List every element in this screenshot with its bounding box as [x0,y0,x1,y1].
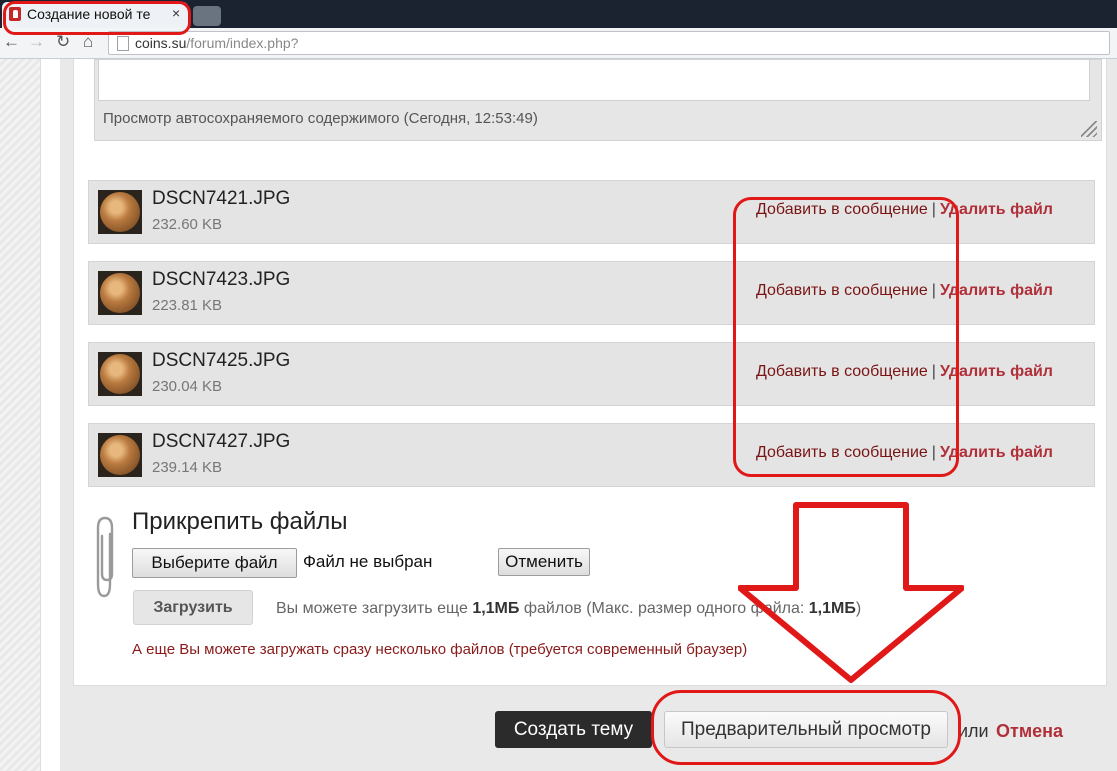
page-icon [117,36,129,51]
attachment-filename: DSCN7427.JPG [152,431,291,452]
no-file-chosen-text: Файл не выбран [303,552,433,571]
message-textarea[interactable] [98,60,1090,101]
upload-info-middle: файлов (Макс. размер одного файла: [523,600,805,617]
browser-tab[interactable]: Создание новой те × [2,2,188,28]
attachment-actions: Добавить в сообщение | Удалить файл [756,201,1053,219]
preview-button[interactable]: Предварительный просмотр [664,711,948,748]
resize-grip-icon[interactable] [1081,121,1097,137]
reload-icon[interactable]: ↻ [56,32,70,52]
home-icon[interactable]: ⌂ [83,32,93,52]
back-arrow-icon[interactable]: ← [3,32,20,52]
multi-upload-note: А еще Вы можете загружать сразу нескольк… [132,641,748,658]
upload-info-amount: 1,1МБ [472,600,520,617]
coin-image [100,192,140,232]
address-toolbar: ← → ↻ ⌂ coins.su/forum/index.php? [0,28,1117,59]
action-separator: | [931,444,936,461]
action-separator: | [931,282,936,299]
add-to-message-link[interactable]: Добавить в сообщение [756,201,928,218]
create-topic-button[interactable]: Создать тему [495,711,652,748]
attachment-filesize: 232.60 KB [152,216,223,233]
coin-image [100,354,140,394]
upload-info-prefix: Вы можете загрузить еще [276,600,468,617]
page-side-stripe [0,59,41,771]
choose-file-button[interactable]: Выберите файл [132,548,297,578]
upload-limit-info: Вы можете загрузить еще 1,1МБ файлов (Ма… [276,600,861,618]
attachment-filename: DSCN7423.JPG [152,269,291,290]
upload-button[interactable]: Загрузить [133,590,253,625]
attachment-filename: DSCN7425.JPG [152,350,291,371]
attachment-row: DSCN7423.JPG 223.81 KB Добавить в сообще… [88,261,1095,325]
url-host: coins.su [135,35,187,51]
post-form-panel: Просмотр автосохраняемого содержимого (С… [73,59,1107,686]
browser-tabstrip: Создание новой те × [0,0,1117,28]
add-to-message-link[interactable]: Добавить в сообщение [756,444,928,461]
new-tab-button[interactable] [193,6,221,26]
delete-file-link[interactable]: Удалить файл [940,201,1053,218]
attachment-actions: Добавить в сообщение | Удалить файл [756,282,1053,300]
upload-info-max: 1,1МБ [808,600,856,617]
coin-image [100,273,140,313]
message-editor: Просмотр автосохраняемого содержимого (С… [94,59,1102,141]
upload-info-suffix: ) [855,600,862,617]
form-actions-bar: Создать тему Предварительный просмотр ил… [60,689,1117,771]
action-separator: | [931,201,936,218]
attachment-filename: DSCN7421.JPG [152,188,291,209]
url-path: /forum/index.php? [186,35,299,51]
page-content: Просмотр автосохраняемого содержимого (С… [60,59,1117,771]
coin-image [100,435,140,475]
attachment-actions: Добавить в сообщение | Удалить файл [756,363,1053,381]
attachment-thumbnail[interactable] [98,433,142,477]
attachment-thumbnail[interactable] [98,271,142,315]
add-to-message-link[interactable]: Добавить в сообщение [756,363,928,380]
attachment-thumbnail[interactable] [98,352,142,396]
action-separator: | [931,363,936,380]
tab-close-icon[interactable]: × [172,5,180,21]
delete-file-link[interactable]: Удалить файл [940,363,1053,380]
url-text: coins.su/forum/index.php? [135,35,298,51]
or-text: или [958,721,989,741]
attachment-filesize: 223.81 KB [152,297,223,314]
attachment-row: DSCN7427.JPG 239.14 KB Добавить в сообще… [88,423,1095,487]
attachment-filesize: 230.04 KB [152,378,223,395]
delete-file-link[interactable]: Удалить файл [940,282,1053,299]
site-favicon-icon [9,7,21,21]
cancel-link[interactable]: Отмена [996,721,1063,742]
tab-title: Создание новой те [27,6,151,22]
attach-files-heading: Прикрепить файлы [132,508,348,535]
autosave-preview-text[interactable]: Просмотр автосохраняемого содержимого (С… [103,110,538,127]
forward-arrow-icon[interactable]: → [28,32,45,52]
attachment-row: DSCN7421.JPG 232.60 KB Добавить в сообще… [88,180,1095,244]
add-to-message-link[interactable]: Добавить в сообщение [756,282,928,299]
attachment-thumbnail[interactable] [98,190,142,234]
delete-file-link[interactable]: Удалить файл [940,444,1053,461]
attachment-filesize: 239.14 KB [152,459,223,476]
paperclip-icon [96,516,114,598]
url-input[interactable]: coins.su/forum/index.php? [108,31,1110,55]
attachment-row: DSCN7425.JPG 230.04 KB Добавить в сообще… [88,342,1095,406]
attachment-actions: Добавить в сообщение | Удалить файл [756,444,1053,462]
cancel-file-button[interactable]: Отменить [498,548,590,576]
